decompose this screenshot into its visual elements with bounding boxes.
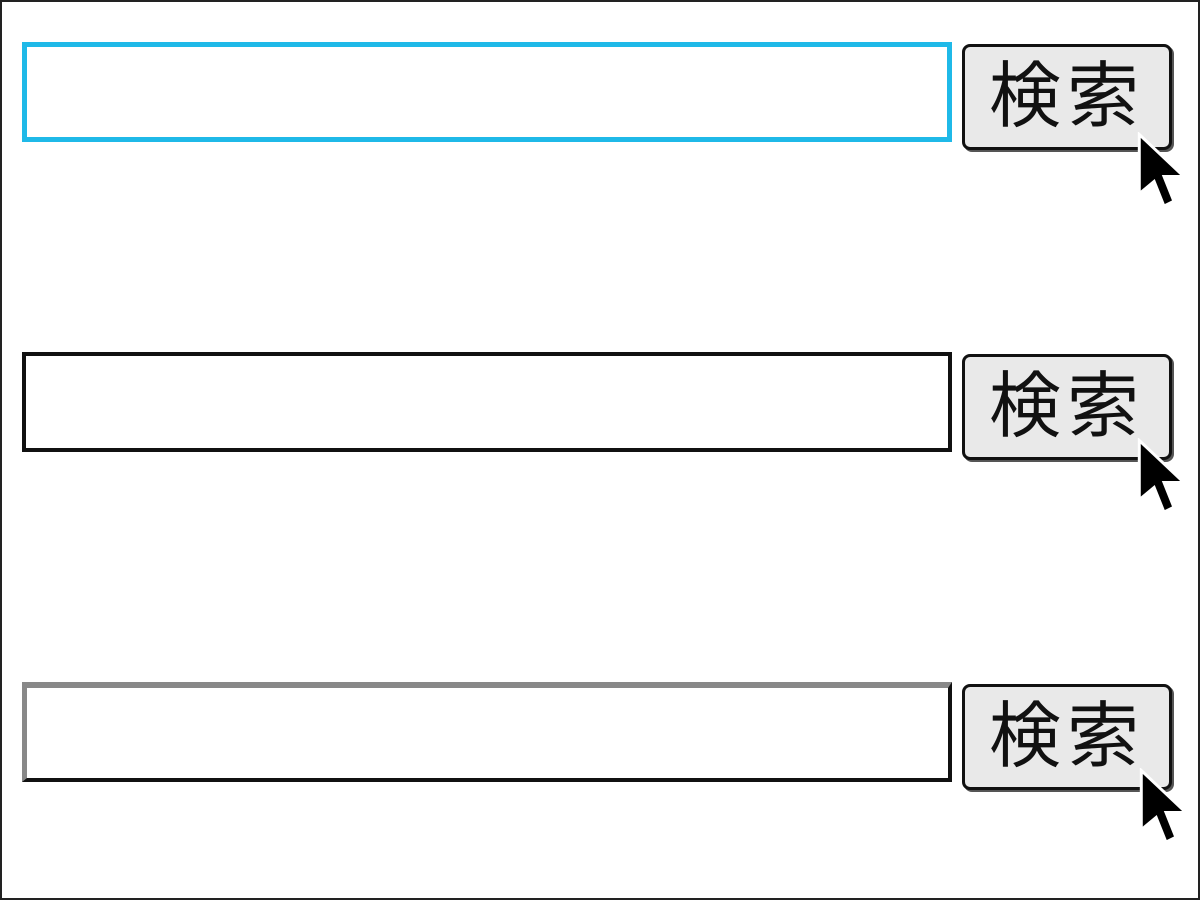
search-input[interactable]: [22, 682, 952, 782]
search-row: 検索: [22, 352, 1172, 460]
search-row: 検索: [22, 42, 1172, 150]
search-button[interactable]: 検索: [962, 354, 1172, 460]
search-input[interactable]: [22, 352, 952, 452]
search-row: 検索: [22, 682, 1172, 790]
search-button[interactable]: 検索: [962, 684, 1172, 790]
search-input[interactable]: [22, 42, 952, 142]
search-button[interactable]: 検索: [962, 44, 1172, 150]
